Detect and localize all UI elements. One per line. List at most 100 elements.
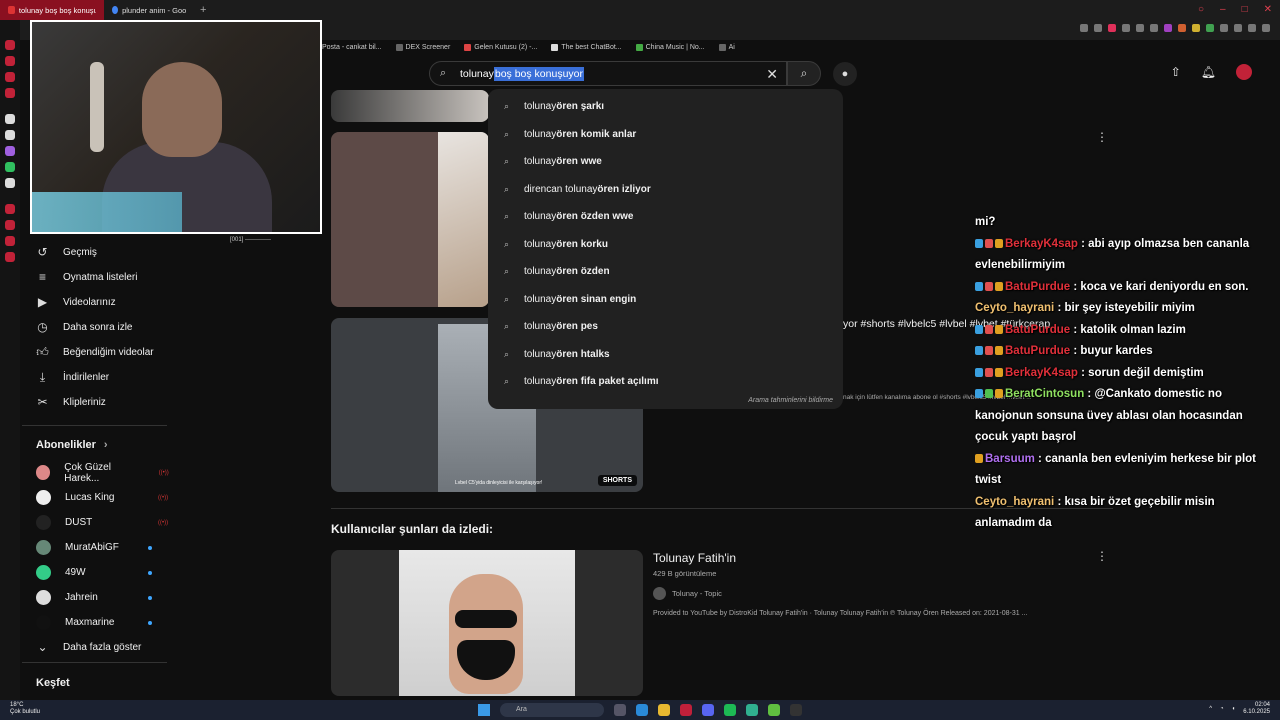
maximize-button[interactable]: □ (1242, 4, 1248, 15)
whatsapp-icon[interactable] (5, 162, 15, 172)
suggestion-item[interactable]: ⌕ tolunay ören özden (488, 258, 843, 286)
sidebar-item-clips[interactable]: ✂ Klipleriniz (22, 390, 172, 415)
subscription-item[interactable]: Çok Güzel Harek... ((•)) (22, 460, 172, 485)
channel-link[interactable]: Tolunay - Topic (653, 587, 722, 600)
extension-icon[interactable] (1220, 24, 1228, 32)
suggestion-item[interactable]: ⌕ tolunay ören htalks (488, 341, 843, 369)
sidebar-item-watch-later[interactable]: ◷ Daha sonra izle (22, 315, 172, 340)
extension-icon[interactable] (1178, 24, 1186, 32)
bookmark[interactable]: The best ChatBot... (551, 43, 622, 51)
bookmark-folder[interactable]: Ai (718, 43, 735, 51)
sidebar-item-downloads[interactable]: ⤓ İndirilenler (22, 365, 172, 390)
sidepanel-icon[interactable] (5, 72, 15, 82)
upload-icon[interactable]: ⇧ (1171, 65, 1181, 79)
search-box[interactable]: ⌕ tolunay boş boş konuşuyor ✕ (429, 61, 787, 86)
sidepanel-icon[interactable] (5, 146, 15, 156)
suggestion-item[interactable]: ⌕ tolunay ören pes (488, 313, 843, 341)
sidepanel-icon[interactable] (5, 252, 15, 262)
sidebar-item-history[interactable]: ↺ Geçmiş (22, 240, 172, 265)
extension-icon[interactable] (1234, 24, 1242, 32)
extension-icon[interactable] (1192, 24, 1200, 32)
suggestion-item[interactable]: ⌕ tolunay ören şarkı (488, 93, 843, 121)
file-explorer-icon[interactable] (658, 704, 670, 716)
clear-search-icon[interactable]: ✕ (766, 66, 778, 83)
search-button[interactable]: ⌕ (787, 61, 821, 86)
app-icon[interactable] (746, 704, 758, 716)
minimize-button[interactable]: – (1220, 4, 1226, 15)
browser-tab[interactable]: plunder anim - Google'da (104, 0, 194, 20)
report-suggestions-link[interactable]: Arama tahminlerini bildirme (748, 397, 833, 404)
subscription-item[interactable]: DUST ((•)) (22, 510, 172, 535)
suggestion-item[interactable]: ⌕ tolunay ören sinan engin (488, 286, 843, 314)
subscription-item[interactable]: 49W (22, 560, 172, 585)
suggestion-item[interactable]: ⌕ tolunay ören korku (488, 231, 843, 259)
sidebar-item-your-videos[interactable]: ▶ Videolarınız (22, 290, 172, 315)
search-tabs-icon[interactable]: ○ (1198, 4, 1204, 15)
video-title[interactable]: Tolunay Fatih'in (653, 551, 736, 565)
subscription-item[interactable]: MuratAbiGF (22, 535, 172, 560)
clock[interactable]: 02:04 6.10.2025 (1243, 702, 1270, 716)
speaker-icon[interactable]: ◖ (1232, 706, 1236, 712)
extension-icon[interactable] (1136, 24, 1144, 32)
subscription-name: Lucas King (65, 492, 115, 503)
close-button[interactable]: ✕ (1264, 4, 1272, 15)
voice-search-button[interactable]: ● (833, 62, 857, 86)
live-indicator-icon: ((•)) (158, 469, 169, 476)
extension-icon[interactable] (1080, 24, 1088, 32)
notifications-icon[interactable]: 🔔︎ (1201, 65, 1216, 79)
sidepanel-icon[interactable] (5, 114, 15, 124)
bookmark[interactable]: Gelen Kutusu (2) -... (464, 43, 537, 51)
menu-icon[interactable] (1262, 24, 1270, 32)
more-options-icon[interactable]: ⋮ (1096, 549, 1108, 563)
sidepanel-icon[interactable] (5, 220, 15, 230)
extension-icon[interactable] (1248, 24, 1256, 32)
bookmark[interactable]: Posta - cankat bil... (312, 43, 382, 51)
discord-icon[interactable] (702, 704, 714, 716)
windows-start-icon[interactable] (478, 704, 490, 716)
extension-icon[interactable] (1122, 24, 1130, 32)
account-avatar[interactable] (1236, 64, 1252, 80)
app-icon[interactable] (768, 704, 780, 716)
extension-icon[interactable] (1094, 24, 1102, 32)
subscription-item[interactable]: Maxmarine (22, 610, 172, 635)
video-thumbnail[interactable] (331, 90, 489, 122)
edge-icon[interactable] (636, 704, 648, 716)
sidepanel-icon[interactable] (5, 204, 15, 214)
subscription-item[interactable]: Jahrein (22, 585, 172, 610)
sidepanel-icon[interactable] (5, 236, 15, 246)
show-more-button[interactable]: ⌄ Daha fazla göster (22, 635, 172, 660)
new-tab-button[interactable]: + (194, 4, 212, 16)
more-options-icon[interactable]: ⋮ (1096, 130, 1108, 144)
spotify-icon[interactable] (724, 704, 736, 716)
obs-icon[interactable] (790, 704, 802, 716)
video-thumbnail[interactable] (331, 132, 489, 307)
sidepanel-icon[interactable] (5, 40, 15, 50)
subscriptions-heading[interactable]: Abonelikler › (22, 430, 172, 460)
bookmark[interactable]: DEX Screener (395, 43, 450, 51)
suggestion-item[interactable]: ⌕ tolunay ören özden wwe (488, 203, 843, 231)
suggestion-item[interactable]: ⌕ direncan tolunay ören izliyor (488, 176, 843, 204)
subscription-item[interactable]: Lucas King ((•)) (22, 485, 172, 510)
suggestion-item[interactable]: ⌕ tolunay ören fifa paket açılımı (488, 368, 843, 396)
wifi-icon[interactable]: ◔ (1220, 706, 1224, 712)
taskbar-search[interactable]: Ara (500, 703, 604, 717)
extension-icon[interactable] (1206, 24, 1214, 32)
extension-icon[interactable] (1108, 24, 1116, 32)
extension-icon[interactable] (1150, 24, 1158, 32)
browser-icon[interactable] (680, 704, 692, 716)
suggestion-item[interactable]: ⌕ tolunay ören komik anlar (488, 121, 843, 149)
bookmark[interactable]: China Music | No... (635, 43, 705, 51)
sidepanel-icon[interactable] (5, 88, 15, 98)
browser-tab-active[interactable]: tolunay boş boş konuşuyor (0, 0, 104, 20)
sidebar-item-liked[interactable]: 👍︎ Beğendiğim videolar (22, 340, 172, 365)
suggestion-item[interactable]: ⌕ tolunay ören wwe (488, 148, 843, 176)
sidepanel-icon[interactable] (5, 130, 15, 140)
chevron-up-icon[interactable]: ^ (1209, 706, 1212, 712)
video-thumbnail[interactable] (331, 550, 643, 696)
sidepanel-icon[interactable] (5, 56, 15, 66)
sidebar-item-playlists[interactable]: ≡ Oynatma listeleri (22, 265, 172, 290)
task-view-icon[interactable] (614, 704, 626, 716)
x-icon[interactable] (5, 178, 15, 188)
weather-widget[interactable]: 18°C Çok bulutlu (10, 702, 40, 716)
extension-icon[interactable] (1164, 24, 1172, 32)
